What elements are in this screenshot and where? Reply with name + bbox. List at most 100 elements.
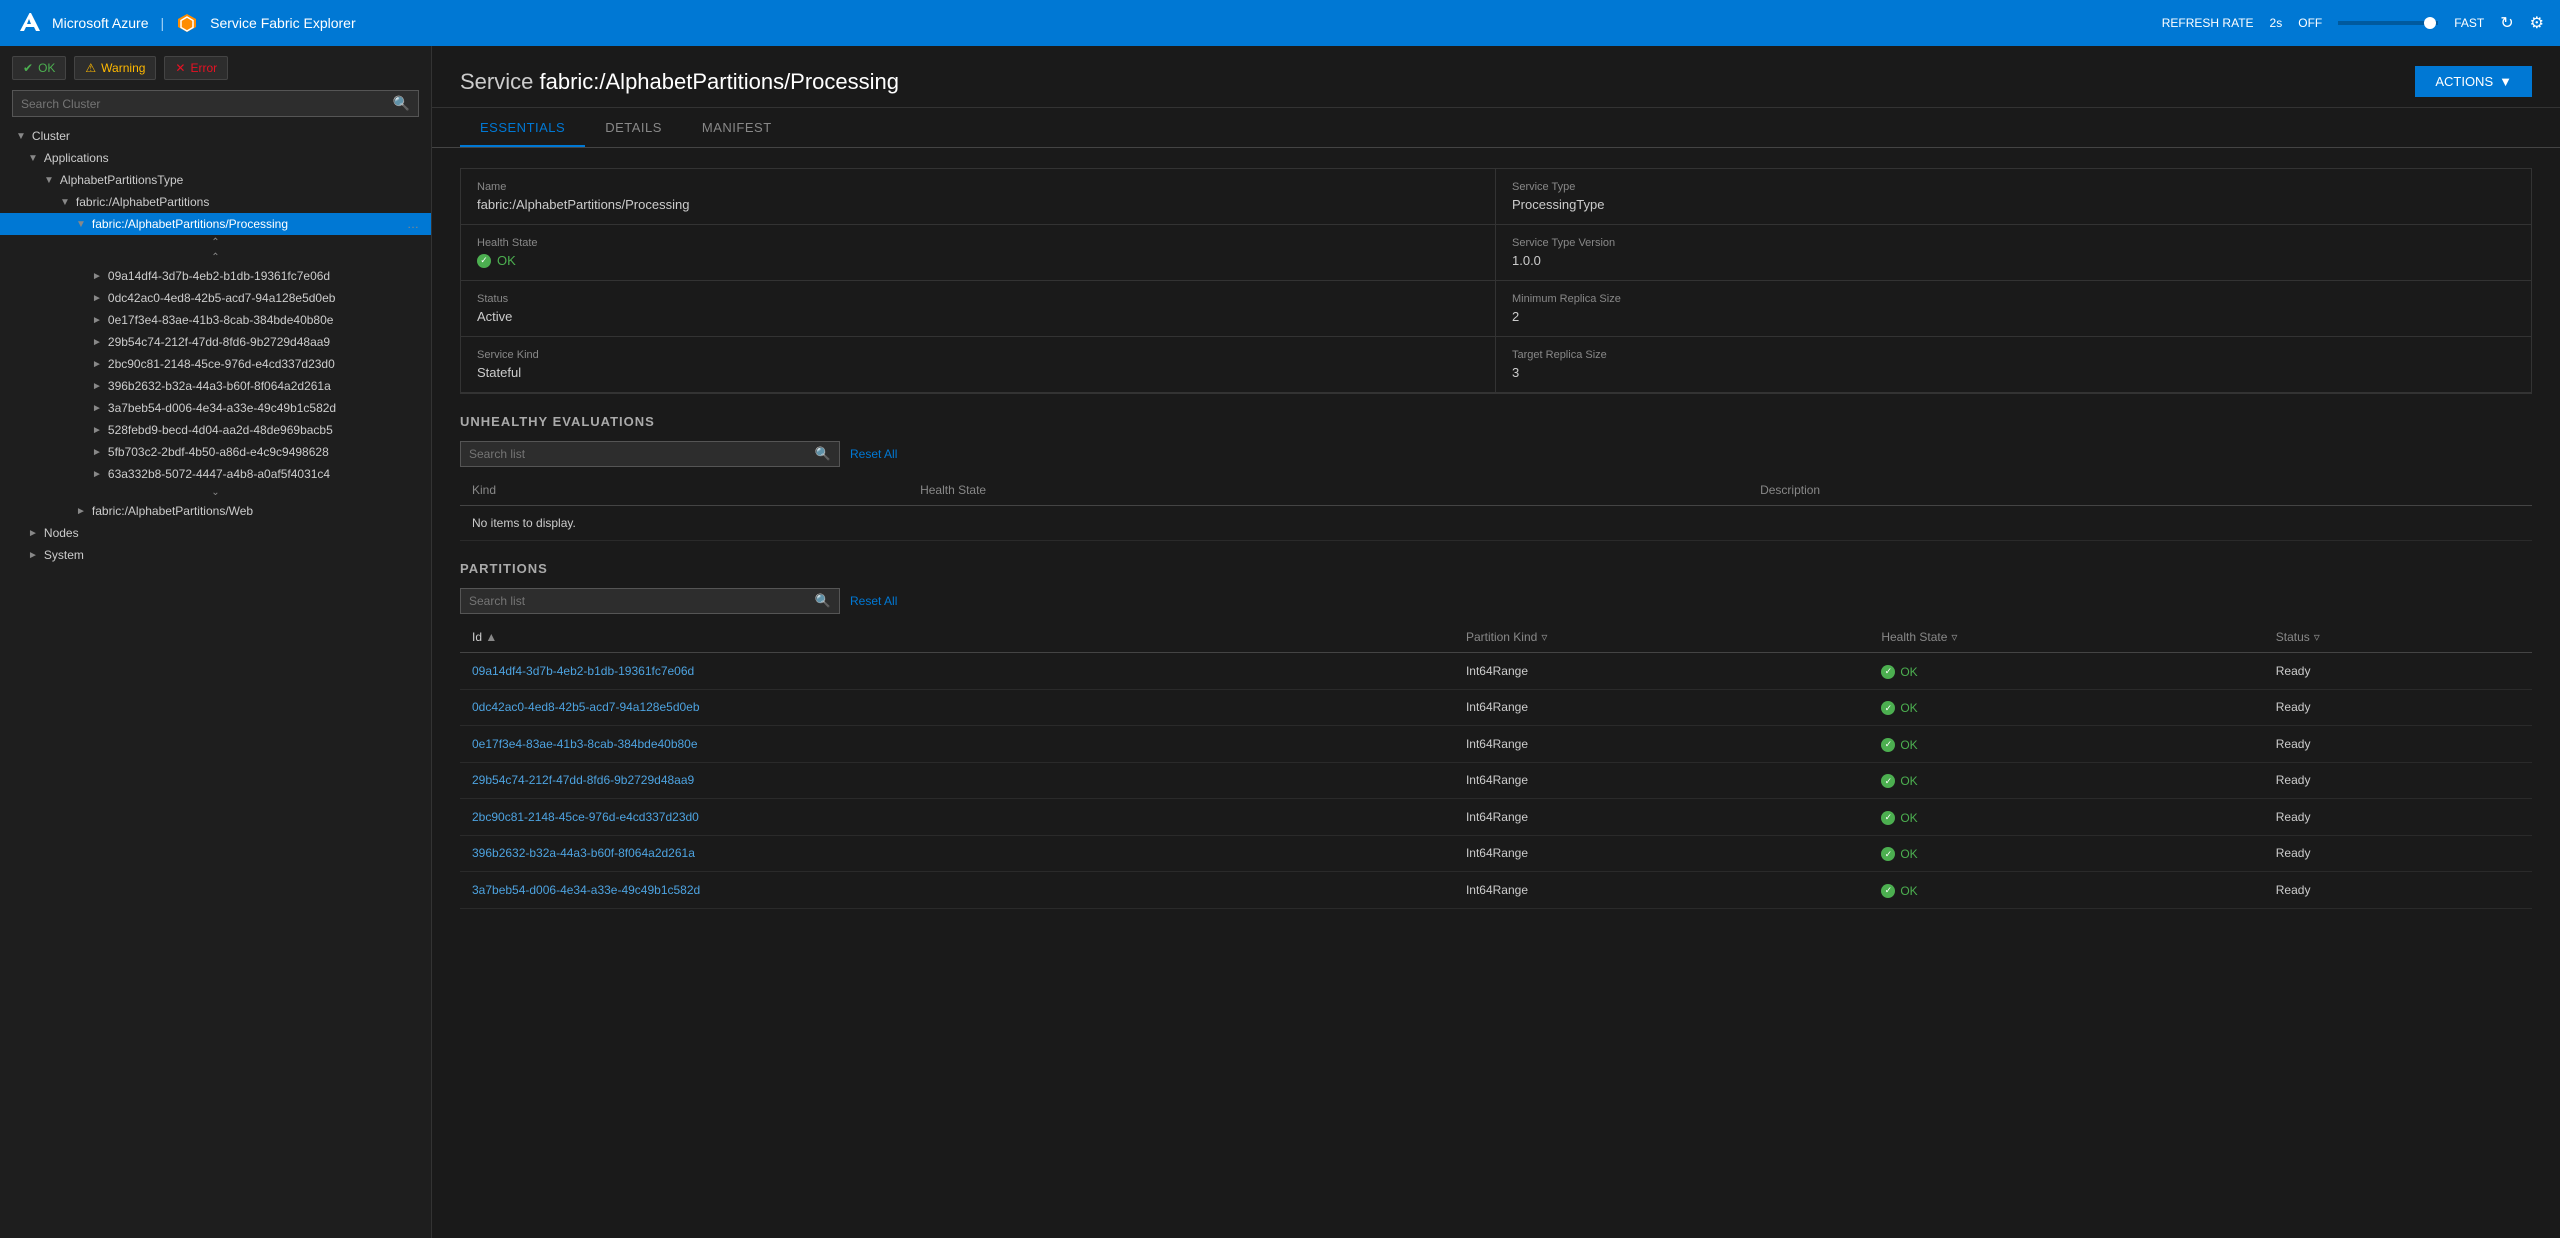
- kind-filter-control[interactable]: Partition Kind ▿: [1466, 630, 1547, 644]
- sidebar-item-alphabet-type[interactable]: ▼ AlphabetPartitionsType: [0, 169, 431, 191]
- processing-more-icon[interactable]: …: [407, 217, 419, 231]
- web-arrow-icon: ►: [76, 506, 86, 517]
- partition-4-label: 2bc90c81-2148-45ce-976d-e4cd337d23d0: [108, 357, 335, 371]
- ok-label: OK: [38, 61, 55, 75]
- health-ok-label: OK: [1900, 847, 1917, 861]
- status-cell: Status Active: [461, 281, 1496, 337]
- sidebar-item-partition-1[interactable]: ► 0dc42ac0-4ed8-42b5-acd7-94a128e5d0eb: [0, 287, 431, 309]
- sidebar-item-partition-0[interactable]: ► 09a14df4-3d7b-4eb2-b1db-19361fc7e06d: [0, 265, 431, 287]
- tab-bar: ESSENTIALS DETAILS MANIFEST: [432, 108, 2560, 148]
- warning-filter-button[interactable]: ⚠ Warning: [74, 56, 156, 80]
- sidebar-item-partition-7[interactable]: ► 528febd9-becd-4d04-aa2d-48de969bacb5: [0, 419, 431, 441]
- alphabet-app-arrow-icon: ▼: [60, 197, 70, 208]
- sidebar-item-partition-8[interactable]: ► 5fb703c2-2bdf-4b50-a86d-e4c9c9498628: [0, 441, 431, 463]
- service-kind-value: Stateful: [477, 365, 1479, 380]
- id-sort-icon: ▲: [485, 630, 497, 644]
- partition-id-link[interactable]: 0dc42ac0-4ed8-42b5-acd7-94a128e5d0eb: [472, 700, 700, 714]
- partition-kind-cell: Int64Range: [1454, 799, 1869, 836]
- sidebar-item-processing[interactable]: ▼ fabric:/AlphabetPartitions/Processing …: [0, 213, 431, 235]
- sidebar-item-web[interactable]: ► fabric:/AlphabetPartitions/Web: [0, 500, 431, 522]
- sidebar-item-cluster[interactable]: ▼ Cluster: [0, 125, 431, 147]
- partition-health-cell: ✓ OK: [1869, 799, 2263, 836]
- target-replica-value: 3: [1512, 365, 2515, 380]
- sidebar-item-system[interactable]: ► System: [0, 544, 431, 566]
- partitions-search-input[interactable]: [469, 594, 815, 608]
- health-ok-circle-icon: ✓: [1881, 665, 1895, 679]
- refresh-icon-btn[interactable]: ↻: [2500, 13, 2513, 33]
- expand-up2-control[interactable]: ⌃: [0, 250, 431, 265]
- health-ok-circle-icon: ✓: [1881, 884, 1895, 898]
- unhealthy-search-box: 🔍: [460, 441, 840, 467]
- expand-up-control[interactable]: ⌃: [0, 235, 431, 250]
- partition-id-link[interactable]: 3a7beb54-d006-4e34-a33e-49c49b1c582d: [472, 883, 700, 897]
- content-header: Service fabric:/AlphabetPartitions/Proce…: [432, 46, 2560, 108]
- status-filter-control[interactable]: Status ▿: [2276, 630, 2320, 644]
- sidebar-item-partition-6[interactable]: ► 3a7beb54-d006-4e34-a33e-49c49b1c582d: [0, 397, 431, 419]
- id-sort-control[interactable]: Id: [472, 630, 482, 644]
- table-row: 3a7beb54-d006-4e34-a33e-49c49b1c582d Int…: [460, 872, 2532, 909]
- partitions-reset-button[interactable]: Reset All: [850, 594, 897, 608]
- partition-1-label: 0dc42ac0-4ed8-42b5-acd7-94a128e5d0eb: [108, 291, 336, 305]
- partition-2-arrow-icon: ►: [92, 315, 102, 326]
- partition-id-link[interactable]: 2bc90c81-2148-45ce-976d-e4cd337d23d0: [472, 810, 699, 824]
- service-type-version-label: Service Type Version: [1512, 237, 2515, 249]
- table-row: 0e17f3e4-83ae-41b3-8cab-384bde40b80e Int…: [460, 726, 2532, 763]
- unhealthy-col-desc: Description: [1748, 475, 2532, 506]
- settings-icon-btn[interactable]: ⚙: [2530, 13, 2544, 33]
- expand-down-control[interactable]: ⌄: [0, 485, 431, 500]
- health-filter-control[interactable]: Health State ▿: [1881, 630, 1957, 644]
- table-row: 396b2632-b32a-44a3-b60f-8f064a2d261a Int…: [460, 835, 2532, 872]
- expand-down-icon: ⌄: [211, 487, 219, 498]
- actions-button[interactable]: ACTIONS ▼: [2415, 66, 2532, 97]
- partition-kind-cell: Int64Range: [1454, 653, 1869, 690]
- min-replica-label: Minimum Replica Size: [1512, 293, 2515, 305]
- sidebar-item-partition-4[interactable]: ► 2bc90c81-2148-45ce-976d-e4cd337d23d0: [0, 353, 431, 375]
- unhealthy-col-kind: Kind: [460, 475, 908, 506]
- partition-8-label: 5fb703c2-2bdf-4b50-a86d-e4c9c9498628: [108, 445, 329, 459]
- ok-filter-button[interactable]: ✔ OK: [12, 56, 66, 80]
- sidebar-item-alphabet-app[interactable]: ▼ fabric:/AlphabetPartitions: [0, 191, 431, 213]
- partitions-search-box: 🔍: [460, 588, 840, 614]
- unhealthy-col-health: Health State: [908, 475, 1748, 506]
- error-filter-button[interactable]: ✕ Error: [164, 56, 228, 80]
- brand-label: Microsoft Azure: [52, 15, 148, 31]
- tab-manifest[interactable]: MANIFEST: [682, 108, 792, 147]
- processing-label: fabric:/AlphabetPartitions/Processing: [92, 217, 288, 231]
- sidebar-item-partition-9[interactable]: ► 63a332b8-5072-4447-a4b8-a0af5f4031c4: [0, 463, 431, 485]
- sidebar-item-nodes[interactable]: ► Nodes: [0, 522, 431, 544]
- unhealthy-reset-button[interactable]: Reset All: [850, 447, 897, 461]
- partition-kind-cell: Int64Range: [1454, 872, 1869, 909]
- sidebar-item-applications[interactable]: ▼ Applications: [0, 147, 431, 169]
- partition-id-link[interactable]: 09a14df4-3d7b-4eb2-b1db-19361fc7e06d: [472, 664, 694, 678]
- azure-logo-icon: [16, 11, 40, 35]
- min-replica-value: 2: [1512, 309, 2515, 324]
- partition-status-cell: Ready: [2264, 799, 2532, 836]
- partition-9-label: 63a332b8-5072-4447-a4b8-a0af5f4031c4: [108, 467, 330, 481]
- top-nav: Microsoft Azure | Service Fabric Explore…: [0, 0, 2560, 46]
- health-state-label: Health State: [477, 237, 1479, 249]
- service-fabric-logo-icon: [176, 12, 198, 34]
- unhealthy-no-items: No items to display.: [460, 506, 2532, 541]
- partitions-col-id[interactable]: Id ▲: [460, 622, 1454, 653]
- tab-essentials[interactable]: ESSENTIALS: [460, 108, 585, 147]
- search-cluster-input[interactable]: [21, 97, 393, 111]
- refresh-slider[interactable]: [2338, 21, 2438, 25]
- sidebar-item-partition-2[interactable]: ► 0e17f3e4-83ae-41b3-8cab-384bde40b80e: [0, 309, 431, 331]
- unhealthy-search-icon: 🔍: [815, 446, 831, 462]
- system-arrow-icon: ►: [28, 550, 38, 561]
- partition-status-cell: Ready: [2264, 689, 2532, 726]
- partition-id-link[interactable]: 29b54c74-212f-47dd-8fd6-9b2729d48aa9: [472, 773, 694, 787]
- partition-0-arrow-icon: ►: [92, 271, 102, 282]
- sidebar-item-partition-5[interactable]: ► 396b2632-b32a-44a3-b60f-8f064a2d261a: [0, 375, 431, 397]
- tab-details[interactable]: DETAILS: [585, 108, 682, 147]
- unhealthy-search-input[interactable]: [469, 447, 815, 461]
- service-type-cell: Service Type ProcessingType: [1496, 169, 2531, 225]
- health-ok-label: OK: [1900, 774, 1917, 788]
- partition-id-link[interactable]: 396b2632-b32a-44a3-b60f-8f064a2d261a: [472, 846, 695, 860]
- essentials-grid: Name fabric:/AlphabetPartitions/Processi…: [460, 168, 2532, 394]
- status-col-label: Status: [2276, 630, 2310, 644]
- unhealthy-table-header: Kind Health State Description: [460, 475, 2532, 506]
- partition-id-link[interactable]: 0e17f3e4-83ae-41b3-8cab-384bde40b80e: [472, 737, 698, 751]
- partitions-search-row: 🔍 Reset All: [460, 588, 2532, 614]
- sidebar-item-partition-3[interactable]: ► 29b54c74-212f-47dd-8fd6-9b2729d48aa9: [0, 331, 431, 353]
